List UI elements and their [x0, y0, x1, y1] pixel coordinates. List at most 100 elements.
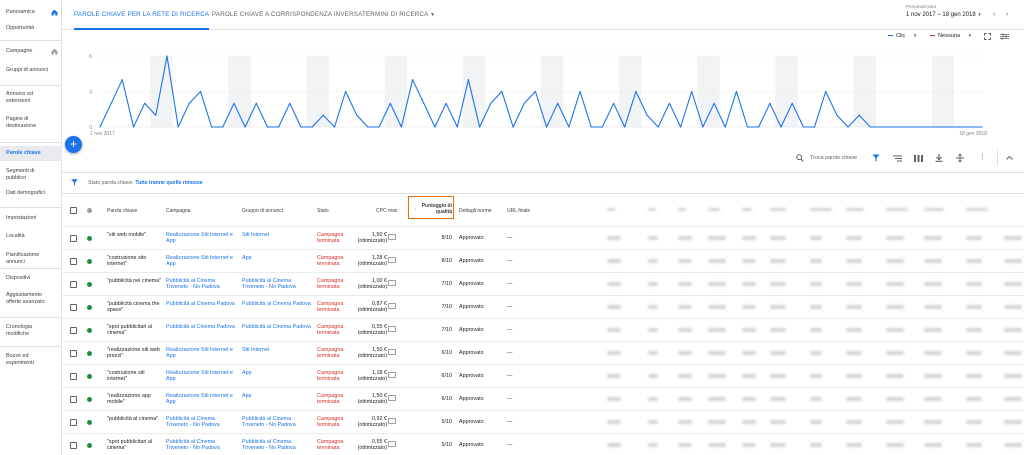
adgroup-link[interactable]: Pubblicità al Cinema Triveneto - No Pado… — [242, 278, 314, 291]
row-checkbox[interactable] — [70, 419, 77, 426]
header-status[interactable]: Stato — [317, 208, 329, 214]
sidebar-item-campagne[interactable]: Campagne — [0, 48, 62, 55]
edit-bid-icon[interactable] — [388, 280, 396, 286]
table-row[interactable]: "costruzione siti internet" Realizzazione… — [62, 364, 1024, 387]
sidebar-item-aggiustamento-offerte-avanzato[interactable]: Aggiustamento offerte avanzato — [0, 292, 62, 306]
active-filter[interactable]: Stato parola chiave: Tutte tranne quelle… — [88, 180, 203, 186]
edit-bid-icon[interactable] — [388, 349, 396, 355]
campaign-link[interactable]: Realizzazione Siti Internet e App — [166, 370, 238, 383]
keyword-text[interactable]: "siti web mobile" — [107, 232, 162, 238]
header-policy[interactable]: Dettagli norme — [459, 208, 492, 214]
more-vert-icon[interactable]: ⋮ — [979, 154, 986, 162]
cpc-value[interactable]: 0,55 € (ottimizzato) — [344, 324, 387, 337]
cpc-value[interactable]: 1,50 € (ottimizzato) — [344, 393, 387, 406]
table-row[interactable]: "realizzazione app mobile" Realizzazione … — [62, 387, 1024, 410]
row-checkbox[interactable] — [70, 258, 77, 265]
adgroup-link[interactable]: App — [242, 255, 314, 261]
adgroup-link[interactable]: Siti Internet — [242, 347, 314, 353]
filter-icon[interactable] — [872, 154, 880, 162]
keyword-text[interactable]: "pubblicità cinema the space" — [107, 301, 162, 314]
previous-period-icon[interactable]: ‹ — [993, 11, 995, 19]
edit-bid-icon[interactable] — [388, 395, 396, 401]
cpc-value[interactable]: 1,28 € (ottimizzato) — [344, 255, 387, 268]
collapse-icon[interactable] — [1006, 155, 1013, 160]
adgroup-link[interactable]: App — [242, 370, 314, 376]
campaign-link[interactable]: Pubblicità al Cinema Padova — [166, 324, 238, 330]
expand-icon[interactable] — [956, 154, 964, 162]
keyword-text[interactable]: "costruzione siti internet" — [107, 370, 162, 383]
row-checkbox[interactable] — [70, 327, 77, 334]
table-row[interactable]: "siti web mobile" Realizzazione Siti Inte… — [62, 226, 1024, 249]
tab-negative-keywords[interactable]: Parole chiave a corrispondenza inversa — [212, 0, 362, 30]
chart-settings-icon[interactable] — [1000, 33, 1009, 40]
edit-bid-icon[interactable] — [388, 441, 396, 447]
adgroup-link[interactable]: App — [242, 393, 314, 399]
keyword-text[interactable]: "realizzazione siti web prezzi" — [107, 347, 162, 360]
tab-search-keywords[interactable]: Parole chiave per la rete di ricerca — [74, 0, 210, 30]
table-row[interactable]: "realizzazione siti web prezzi" Realizzaz… — [62, 341, 1024, 364]
add-keyword-button[interactable]: + — [65, 136, 82, 153]
campaign-link[interactable]: Realizzazione Siti Internet e App — [166, 347, 238, 360]
sidebar-item-impostazioni[interactable]: Impostazioni — [0, 215, 62, 222]
edit-bid-icon[interactable] — [388, 303, 396, 309]
header-cpc[interactable]: CPC max — [376, 208, 397, 214]
row-checkbox[interactable] — [70, 350, 77, 357]
row-checkbox[interactable] — [70, 304, 77, 311]
edit-bid-icon[interactable] — [388, 234, 396, 240]
campaign-link[interactable]: Realizzazione Siti Internet e App — [166, 232, 238, 245]
cpc-value[interactable]: 0,55 € (ottimizzato) — [344, 439, 387, 452]
row-checkbox[interactable] — [70, 235, 77, 242]
edit-bid-icon[interactable] — [388, 326, 396, 332]
search-icon[interactable] — [796, 154, 804, 162]
sidebar-item-annunci-ed-estensioni[interactable]: Annunci ed estensioni — [0, 91, 62, 105]
campaign-link[interactable]: Pubblicità al Cinema Triveneto - No Pado… — [166, 439, 238, 452]
sidebar-item-pianificazione-annunci[interactable]: Pianificazione annunci — [0, 252, 62, 266]
sidebar-item-pagine-di-destinazione[interactable]: Pagine di destinazione — [0, 116, 62, 130]
header-campaign[interactable]: Campagna — [166, 208, 190, 214]
row-checkbox[interactable] — [70, 396, 77, 403]
sidebar-item-bozze-ed-esperimenti[interactable]: Bozze ed esperimenti — [0, 353, 62, 367]
sidebar-item-parole-chiave[interactable]: Parole chiave — [0, 146, 62, 161]
edit-bid-icon[interactable] — [388, 257, 396, 263]
cpc-value[interactable]: 0,92 € (ottimizzato) — [344, 416, 387, 429]
keyword-text[interactable]: "realizzazione app mobile" — [107, 393, 162, 406]
search-keywords-input[interactable]: Trova parole chiave — [810, 155, 857, 161]
table-row[interactable]: "spot pubblicitari al cinema" Pubblicità … — [62, 318, 1024, 341]
sidebar-item-gruppi-di-annunci[interactable]: Gruppi di annunci — [0, 67, 62, 74]
adgroup-link[interactable]: Pubblicità al Cinema Padova — [242, 324, 314, 330]
edit-bid-icon[interactable] — [388, 372, 396, 378]
chart-metric2-select[interactable]: Nessuna ▼ — [930, 33, 972, 39]
sidebar-item-dati-demografici[interactable]: Dati demografici — [0, 190, 62, 197]
row-checkbox[interactable] — [70, 373, 77, 380]
cpc-value[interactable]: 0,87 € (ottimizzato) — [344, 301, 387, 314]
campaign-link[interactable]: Realizzazione Siti Internet e App — [166, 255, 238, 268]
campaign-link[interactable]: Pubblicità al Cinema Padova — [166, 301, 238, 307]
adgroup-link[interactable]: Siti Internet — [242, 232, 314, 238]
adgroup-link[interactable]: Pubblicità al Cinema Triveneto - No Pado… — [242, 416, 314, 429]
sidebar-item-dispositivi[interactable]: Dispositivi — [0, 275, 62, 282]
select-all-checkbox[interactable] — [70, 207, 77, 214]
sidebar-item-segmenti-di-pubblico[interactable]: Segmenti di pubblico — [0, 168, 62, 182]
table-row[interactable]: "pubblicità al cinema" Pubblicità al Cine… — [62, 410, 1024, 433]
cpc-value[interactable]: 1,18 € (ottimizzato) — [344, 370, 387, 383]
table-row[interactable]: "pubblicità nei cinema" Pubblicità al Cin… — [62, 272, 1024, 295]
table-row[interactable]: "pubblicità cinema the space" Pubblicità … — [62, 295, 1024, 318]
sidebar-item-località[interactable]: Località — [0, 233, 62, 240]
row-checkbox[interactable] — [70, 442, 77, 449]
campaign-link[interactable]: Pubblicità al Cinema Triveneto - No Pado… — [166, 416, 238, 429]
tab-search-terms[interactable]: Termini di ricerca ▼ — [362, 0, 435, 30]
columns-icon[interactable] — [914, 155, 923, 162]
row-checkbox[interactable] — [70, 281, 77, 288]
table-row[interactable]: "costruzione sito internet" Realizzazione… — [62, 249, 1024, 272]
header-keyword[interactable]: Parola chiave — [107, 208, 137, 214]
adgroup-link[interactable]: Pubblicità al Cinema Padova — [242, 301, 314, 307]
keyword-text[interactable]: "costruzione sito internet" — [107, 255, 162, 268]
chart-metric1-select[interactable]: Clic ▼ — [888, 33, 917, 39]
cpc-value[interactable]: 1,00 € (ottimizzato) — [344, 278, 387, 291]
sidebar-item-panoramica[interactable]: Panoramica — [0, 9, 62, 16]
next-period-icon[interactable]: › — [1006, 11, 1008, 19]
header-quality-score[interactable]: Punteggio di qualità — [414, 203, 452, 215]
date-range-picker[interactable]: 1 nov 2017 – 18 gen 2018 ▼ — [906, 12, 982, 18]
edit-bid-icon[interactable] — [388, 418, 396, 424]
sidebar-item-opportunità[interactable]: Opportunità — [0, 25, 62, 32]
